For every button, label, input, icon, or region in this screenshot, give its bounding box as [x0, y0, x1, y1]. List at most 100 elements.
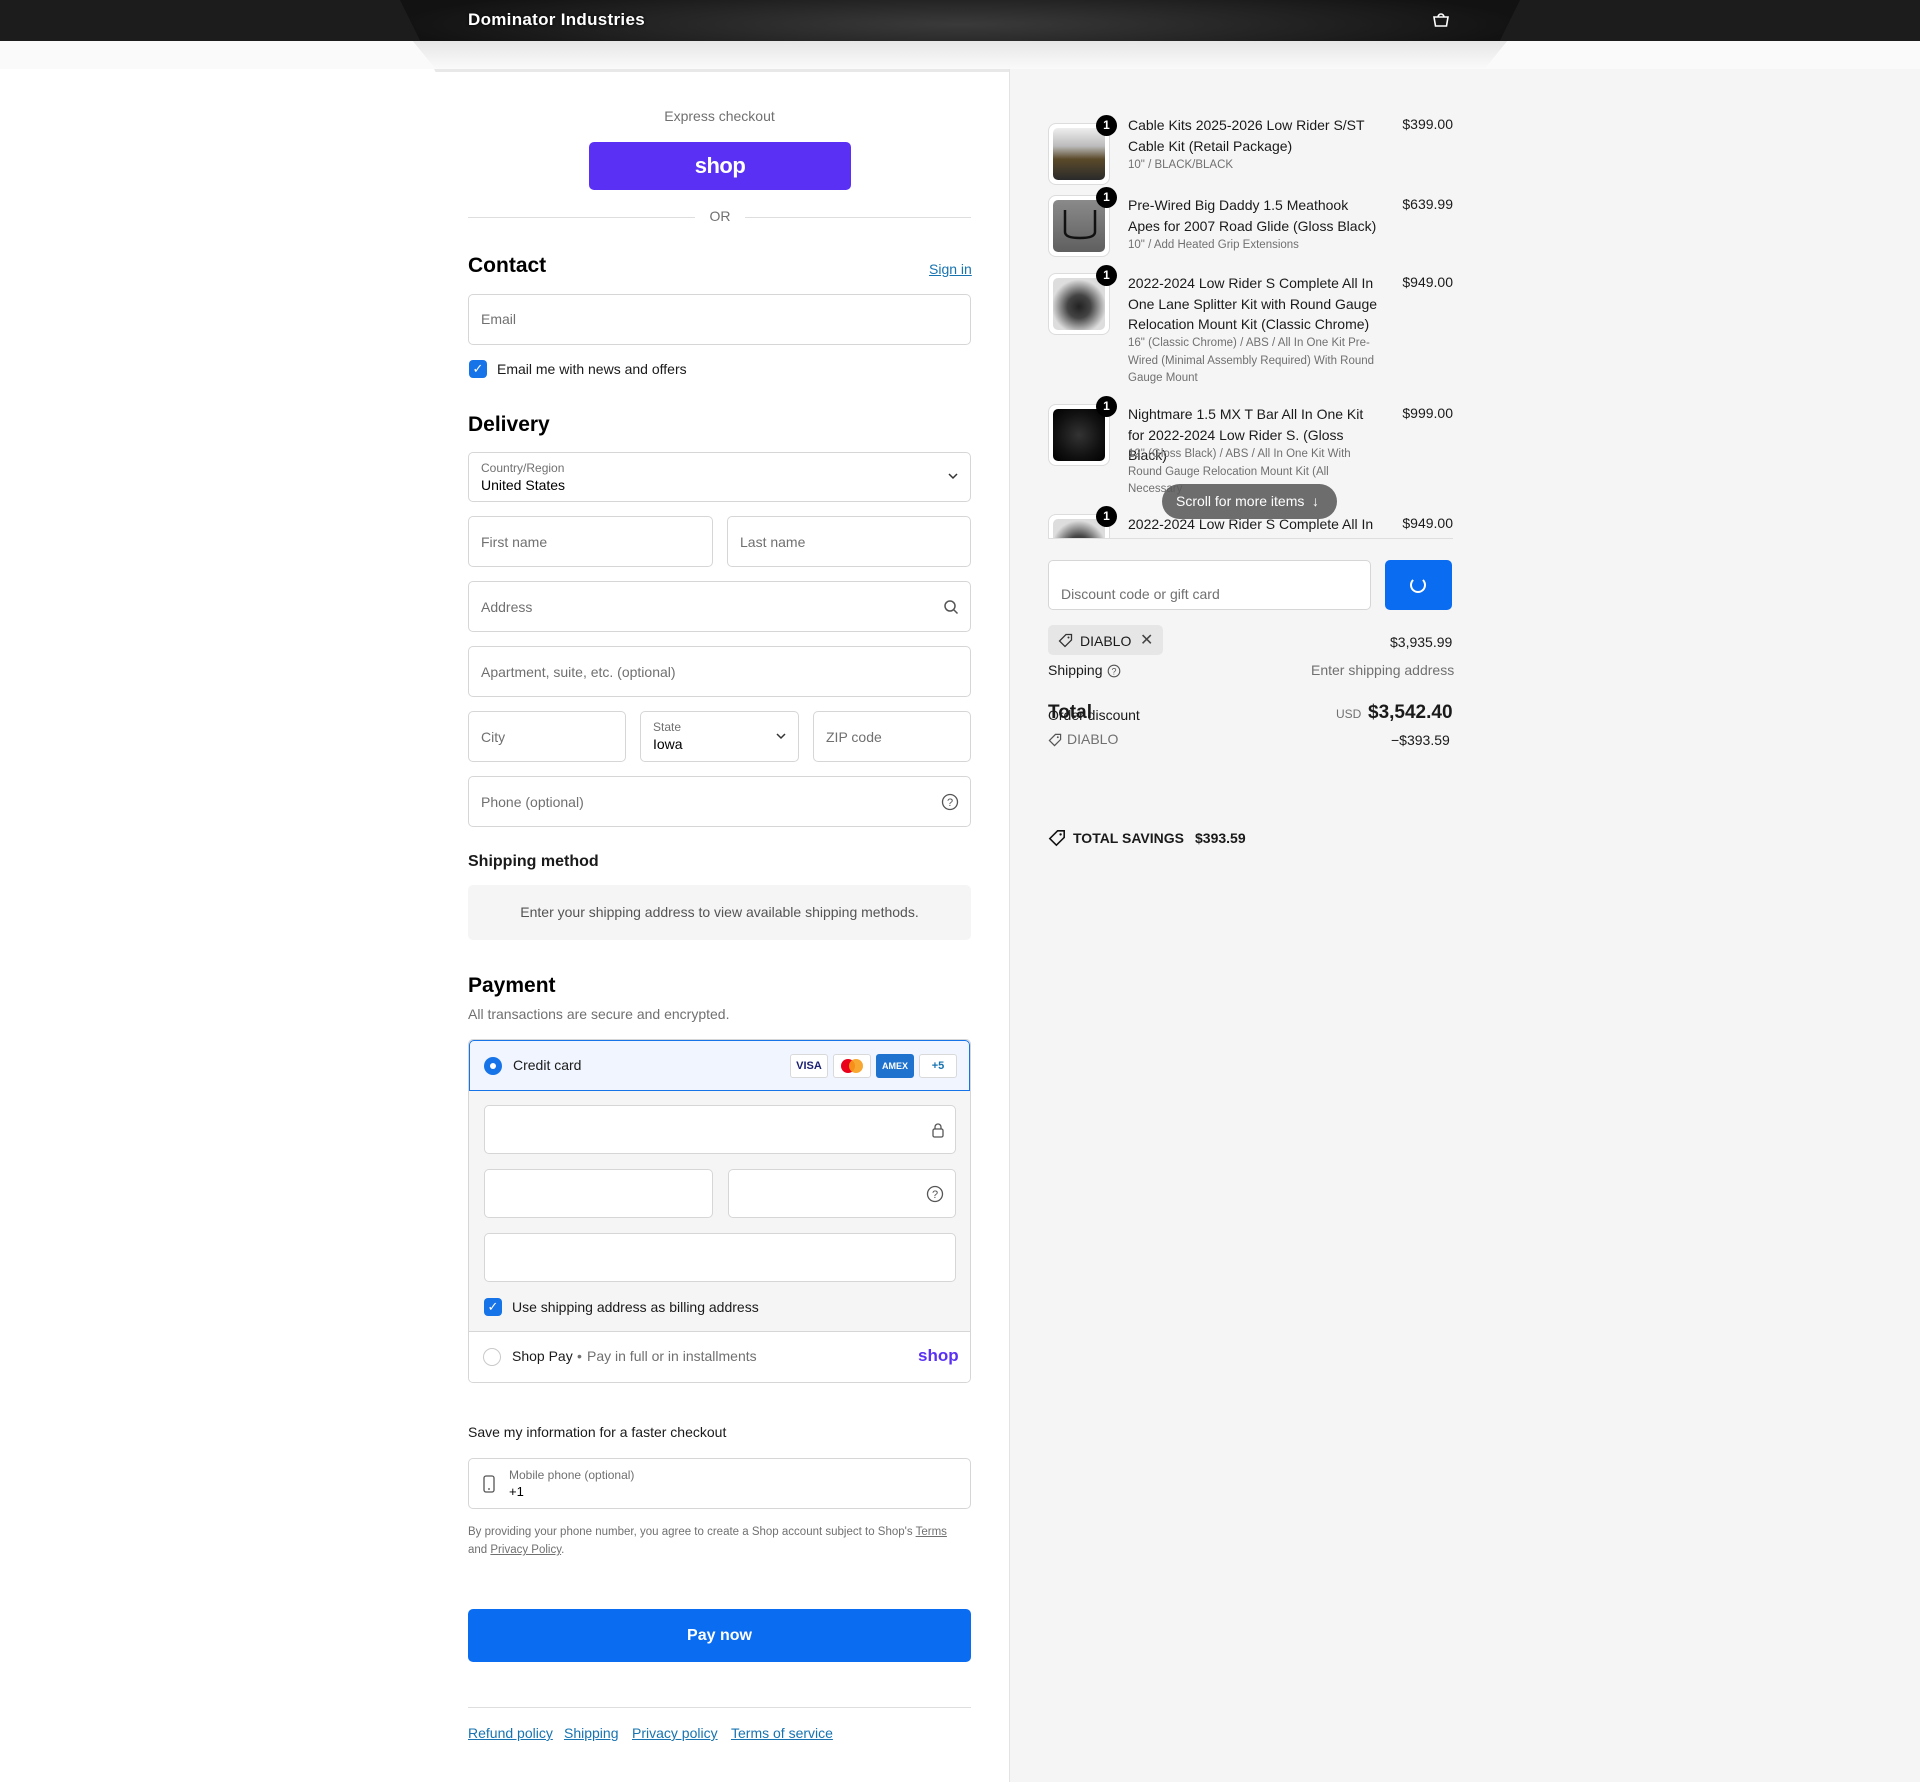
sign-in-link[interactable]: Sign in	[929, 261, 972, 277]
order-items-list[interactable]: 1 Cable Kits 2025-2026 Low Rider S/ST Ca…	[1048, 105, 1453, 539]
terms-link[interactable]: Terms	[916, 1526, 947, 1538]
shopping-bag-icon[interactable]	[1430, 12, 1452, 28]
address-placeholder: Address	[481, 599, 533, 615]
divider-right	[745, 217, 971, 218]
tag-icon	[1058, 633, 1073, 651]
security-code-field[interactable]: ?	[728, 1169, 956, 1218]
scroll-hint-label: Scroll for more items	[1176, 493, 1305, 509]
country-label: Country/Region	[481, 461, 565, 475]
item-title: 2022-2024 Low Rider S Complete All In On…	[1128, 275, 1378, 332]
subtotal-value: $3,935.99	[1390, 634, 1453, 650]
svg-text:?: ?	[1111, 666, 1116, 676]
arrow-down-icon: ↓	[1312, 493, 1319, 509]
terms-of-service-link[interactable]: Terms of service	[731, 1725, 833, 1741]
item-price: $949.00	[1402, 515, 1453, 531]
privacy-link[interactable]: Privacy Policy	[490, 1544, 561, 1556]
name-on-card-field[interactable]	[484, 1233, 956, 1282]
address-field[interactable]: Address	[468, 581, 971, 632]
help-icon[interactable]: ?	[1107, 664, 1121, 681]
zip-field[interactable]: ZIP code	[813, 711, 971, 762]
first-name-field[interactable]: First name	[468, 516, 713, 567]
privacy-policy-link[interactable]: Privacy policy	[632, 1725, 718, 1741]
mobile-phone-label: Mobile phone (optional)	[509, 1468, 635, 1482]
search-icon	[943, 599, 959, 618]
state-label: State	[653, 720, 682, 734]
refund-policy-link[interactable]: Refund policy	[468, 1725, 553, 1741]
shop-pay-description: Pay in full or in installments	[587, 1348, 757, 1364]
item-title: Pre-Wired Big Daddy 1.5 Meathook Apes fo…	[1128, 197, 1377, 234]
item-variant: 16" (Classic Chrome) / ABS / All In One …	[1128, 337, 1375, 384]
remove-discount-close-icon[interactable]: ✕	[1140, 630, 1153, 650]
total-value: $3,542.40	[1368, 702, 1453, 723]
payment-heading: Payment	[468, 974, 556, 997]
last-name-field[interactable]: Last name	[727, 516, 971, 567]
applied-code-label: DIABLO	[1080, 633, 1132, 649]
state-select[interactable]: State Iowa	[640, 711, 799, 762]
state-value: Iowa	[653, 736, 683, 752]
items-divider	[1048, 538, 1453, 539]
item-price: $639.99	[1402, 196, 1453, 212]
savings-tag-icon	[1048, 829, 1066, 850]
item-price: $949.00	[1402, 274, 1453, 290]
item-price: $399.00	[1402, 116, 1453, 132]
pay-now-button[interactable]: Pay now	[468, 1609, 971, 1662]
expiration-date-field[interactable]	[484, 1169, 713, 1218]
first-name-placeholder: First name	[481, 534, 548, 550]
shipping-label: Shipping	[1048, 662, 1103, 678]
product-thumbnail: 1	[1048, 265, 1117, 335]
shipping-method-heading: Shipping method	[468, 853, 599, 870]
help-icon[interactable]: ?	[941, 793, 959, 814]
chevron-down-icon	[775, 729, 787, 745]
divider-left	[468, 217, 695, 218]
quantity-badge: 1	[1096, 115, 1117, 136]
shipping-method-info: Enter your shipping address to view avai…	[468, 885, 971, 940]
legal-prefix: By providing your phone number, you agre…	[468, 1526, 913, 1538]
quantity-badge: 1	[1096, 265, 1117, 286]
shipping-policy-link[interactable]: Shipping	[564, 1725, 619, 1741]
zip-placeholder: ZIP code	[826, 729, 882, 745]
discount-code-field[interactable]: Discount code or gift card	[1048, 560, 1371, 610]
credit-card-radio[interactable]	[484, 1057, 502, 1075]
item-price: $999.00	[1402, 405, 1453, 421]
tag-icon	[1048, 733, 1062, 750]
total-savings-label: TOTAL SAVINGS	[1073, 830, 1184, 846]
express-checkout-title: Express checkout	[664, 108, 775, 124]
more-cards-badge: +5	[919, 1054, 957, 1078]
contact-heading: Contact	[468, 254, 547, 277]
item-title: Cable Kits 2025-2026 Low Rider S/ST Cabl…	[1128, 117, 1365, 154]
credit-card-label: Credit card	[513, 1057, 582, 1073]
lock-icon	[931, 1122, 945, 1141]
billing-checkbox[interactable]: ✓	[484, 1298, 502, 1316]
card-number-field[interactable]	[484, 1105, 956, 1154]
apartment-field[interactable]: Apartment, suite, etc. (optional)	[468, 646, 971, 697]
apply-discount-button[interactable]	[1385, 560, 1452, 610]
loading-spinner-icon	[1410, 577, 1426, 593]
product-thumbnail: 1	[1048, 396, 1117, 466]
email-field[interactable]: Email	[468, 294, 971, 345]
phone-placeholder: Phone (optional)	[481, 794, 584, 810]
city-field[interactable]: City	[468, 711, 626, 762]
mobile-phone-field[interactable]: Mobile phone (optional) +1	[468, 1458, 971, 1509]
scroll-more-items-pill[interactable]: Scroll for more items ↓	[1162, 484, 1337, 519]
shop-pay-option[interactable]: Shop Pay • Pay in full or in installment…	[469, 1331, 970, 1382]
payment-methods: Credit card VISA AMEX +5 ? ✓ Use shippin…	[468, 1039, 971, 1383]
mastercard-icon	[833, 1054, 871, 1078]
quantity-badge: 1	[1096, 506, 1117, 527]
country-select[interactable]: Country/Region United States	[468, 452, 971, 502]
news-checkbox-label: Email me with news and offers	[497, 361, 687, 377]
product-thumbnail: 1	[1048, 115, 1117, 185]
quantity-badge: 1	[1096, 187, 1117, 208]
shop-pay-express-button[interactable]: shop	[589, 142, 851, 190]
help-icon[interactable]: ?	[926, 1185, 944, 1206]
shop-pay-radio[interactable]	[483, 1348, 501, 1366]
store-logo[interactable]: Dominator Industries	[468, 10, 645, 30]
credit-card-option[interactable]: Credit card VISA AMEX +5	[469, 1040, 970, 1091]
quantity-badge: 1	[1096, 396, 1117, 417]
phone-field[interactable]: Phone (optional) ?	[468, 776, 971, 827]
product-thumbnail: 1	[1048, 187, 1117, 257]
last-name-placeholder: Last name	[740, 534, 806, 550]
news-checkbox[interactable]: ✓	[469, 360, 487, 378]
product-thumbnail: 1	[1048, 506, 1117, 539]
email-placeholder: Email	[481, 311, 517, 327]
save-info-heading: Save my information for a faster checkou…	[468, 1424, 727, 1440]
